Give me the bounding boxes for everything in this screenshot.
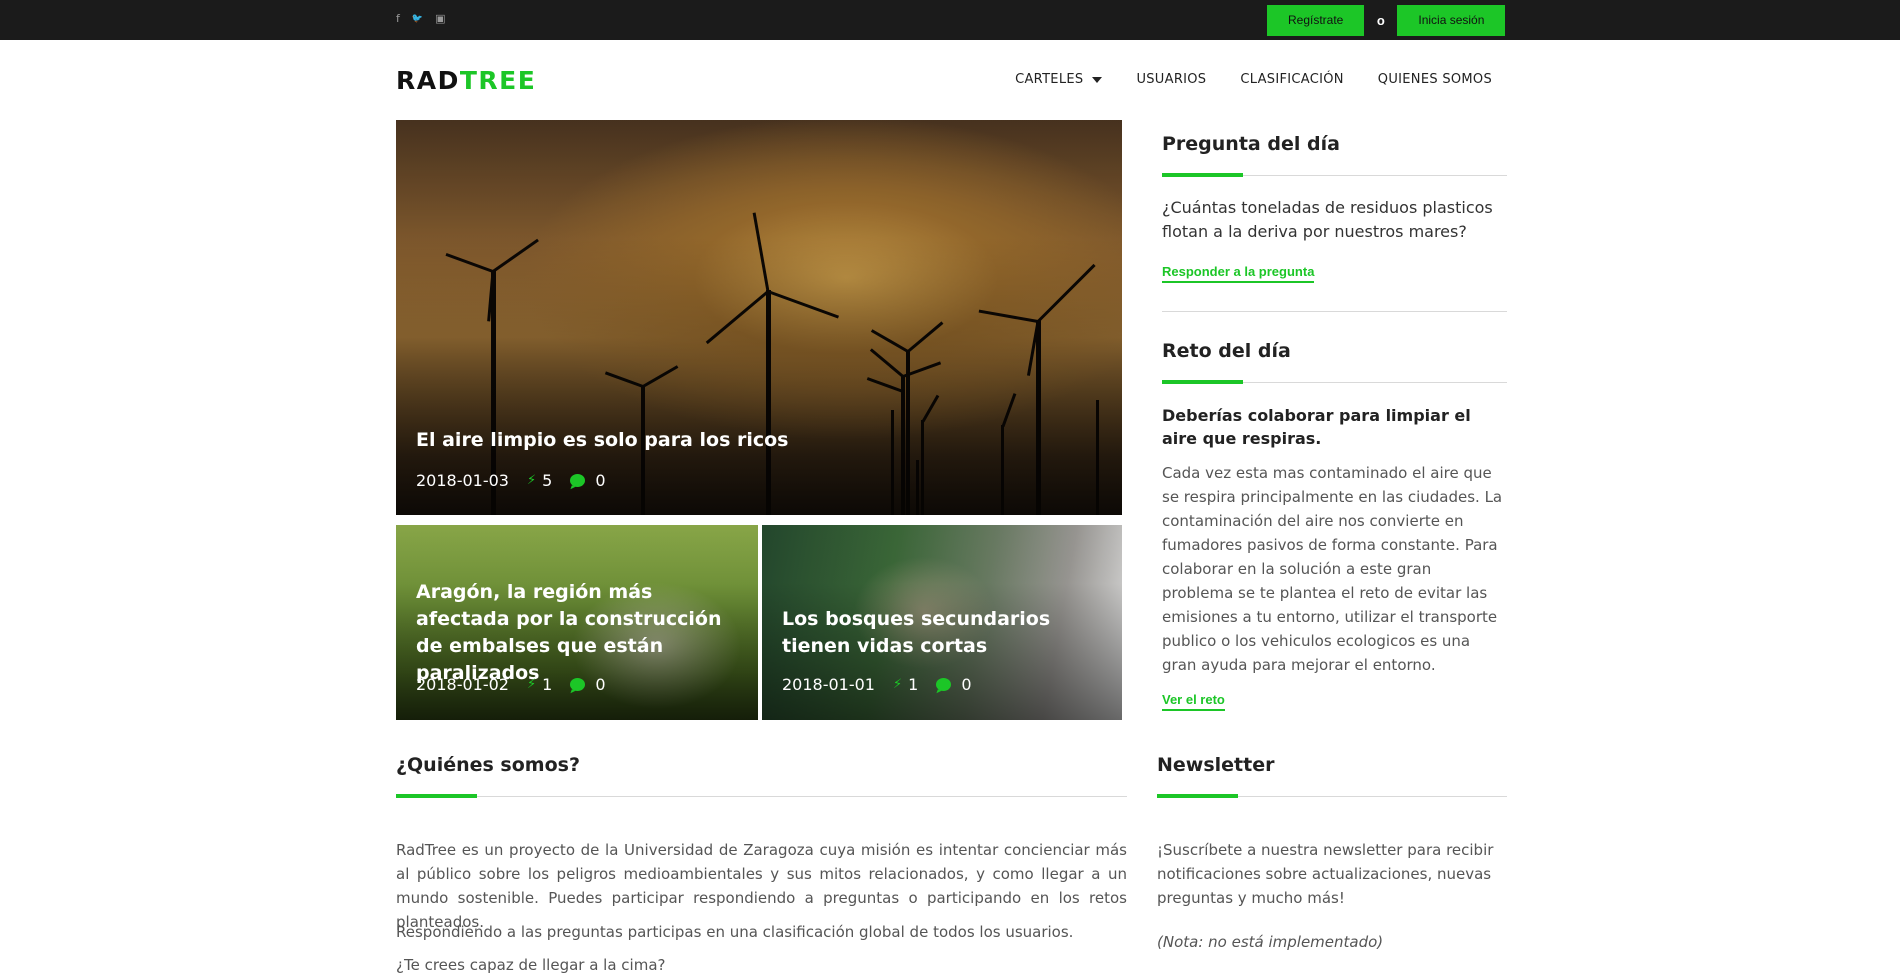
post-title[interactable]: Los bosques secundarios tienen vidas cor… xyxy=(782,606,1112,660)
about-paragraph-2: Respondiendo a las preguntas participas … xyxy=(396,923,1074,941)
register-button[interactable]: Regístrate xyxy=(1267,5,1365,36)
featured-post-right[interactable]: Los bosques secundarios tienen vidas cor… xyxy=(762,525,1122,720)
post-date: 2018-01-02 xyxy=(416,675,509,694)
like-count: 5 xyxy=(542,471,553,490)
logo[interactable]: RADTREE xyxy=(396,66,536,96)
bolt-icon: ⚡ xyxy=(526,473,537,488)
post-meta: 2018-01-02 ⚡ 1 0 xyxy=(416,675,606,694)
challenge-title: Deberías colaborar para limpiar el aire … xyxy=(1162,406,1471,448)
challenge-heading: Reto del día xyxy=(1162,340,1291,362)
post-meta: 2018-01-03 ⚡ 5 0 xyxy=(416,471,606,490)
like-count: 1 xyxy=(542,675,553,694)
newsletter-heading: Newsletter xyxy=(1157,754,1275,776)
like-count: 1 xyxy=(908,675,919,694)
facebook-icon[interactable]: f xyxy=(396,12,400,26)
about-heading: ¿Quiénes somos? xyxy=(396,754,580,776)
featured-post-main[interactable]: El aire limpio es solo para los ricos 20… xyxy=(396,120,1122,515)
featured-post-left[interactable]: Aragón, la región más afectada por la co… xyxy=(396,525,758,720)
newsletter-note: (Nota: no está implementado) xyxy=(1157,933,1384,951)
newsletter-accent-bar xyxy=(1157,794,1238,798)
post-meta: 2018-01-01 ⚡ 1 0 xyxy=(782,675,972,694)
post-title[interactable]: El aire limpio es solo para los ricos xyxy=(416,427,789,454)
comment-icon xyxy=(570,474,586,487)
instagram-icon[interactable]: ▣ xyxy=(435,12,445,26)
nav-clasificacion[interactable]: CLASIFICACIÓN xyxy=(1240,72,1343,88)
top-bar: f 🐦 ▣ Regístrate o Inicia sesión xyxy=(0,0,1900,40)
about-paragraph-3: ¿Te crees capaz de llegar a la cima? xyxy=(396,956,666,974)
nav-quienes-somos[interactable]: QUIENES SOMOS xyxy=(1378,72,1492,88)
challenge-body: Cada vez esta mas contaminado el aire qu… xyxy=(1162,464,1503,674)
social-links: f 🐦 ▣ xyxy=(396,12,446,26)
newsletter-text: ¡Suscríbete a nuestra newsletter para re… xyxy=(1157,841,1494,907)
comment-icon xyxy=(570,678,586,691)
post-date: 2018-01-01 xyxy=(782,675,875,694)
bolt-icon: ⚡ xyxy=(526,677,537,692)
image-overlay xyxy=(396,120,1122,515)
login-button[interactable]: Inicia sesión xyxy=(1397,5,1506,36)
view-challenge-link[interactable]: Ver el reto xyxy=(1162,692,1225,711)
answer-question-link[interactable]: Responder a la pregunta xyxy=(1162,264,1315,283)
logo-part1: RAD xyxy=(396,66,460,95)
question-accent-bar xyxy=(1162,173,1243,177)
twitter-icon[interactable]: 🐦 xyxy=(412,12,423,26)
main-nav: CARTELES USUARIOS CLASIFICACIÓN QUIENES … xyxy=(1015,72,1492,88)
nav-carteles-label: CARTELES xyxy=(1015,72,1084,87)
section-divider xyxy=(1162,311,1507,312)
question-heading: Pregunta del día xyxy=(1162,133,1340,155)
or-separator: o xyxy=(1376,13,1385,28)
post-date: 2018-01-03 xyxy=(416,471,509,490)
bolt-icon: ⚡ xyxy=(892,677,903,692)
nav-carteles[interactable]: CARTELES xyxy=(1015,72,1103,88)
comment-count: 0 xyxy=(595,675,606,694)
challenge-accent-bar xyxy=(1162,380,1243,384)
post-title[interactable]: Aragón, la región más afectada por la co… xyxy=(416,579,746,687)
auth-buttons: Regístrate o Inicia sesión xyxy=(1267,5,1506,36)
question-text: ¿Cuántas toneladas de residuos plasticos… xyxy=(1162,198,1493,241)
about-divider xyxy=(396,796,1127,797)
nav-usuarios[interactable]: USUARIOS xyxy=(1136,72,1206,88)
about-accent-bar xyxy=(396,794,477,798)
caret-down-icon xyxy=(1092,77,1103,83)
logo-part2: TREE xyxy=(459,66,537,95)
comment-icon xyxy=(936,678,952,691)
comment-count: 0 xyxy=(595,471,606,490)
comment-count: 0 xyxy=(961,675,972,694)
